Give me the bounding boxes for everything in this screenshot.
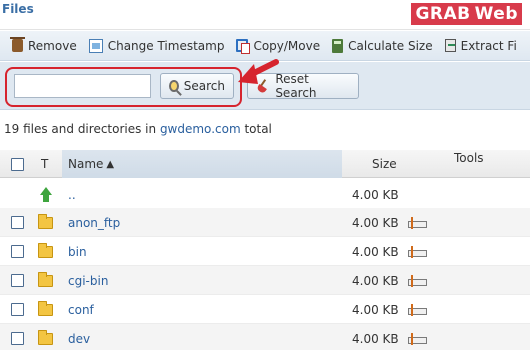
folder-icon [38,329,53,345]
table-row[interactable]: anon_ftp 4.00 KB [0,208,530,237]
summary-prefix: 19 files and directories in [4,122,160,136]
calculator-icon [332,38,344,53]
row-size: 4.00 KB [352,273,399,288]
annotation-arrow-icon [238,59,279,84]
edit-tools-icon[interactable] [408,216,427,229]
extract-files-button[interactable]: Extract Fi [444,38,517,53]
trash-icon [10,37,25,52]
edit-tools-icon[interactable] [408,245,427,258]
row-checkbox[interactable] [11,274,24,287]
table-row[interactable]: bin 4.00 KB [0,237,530,266]
row-size: 4.00 KB [352,331,399,346]
folder-link[interactable]: dev [68,332,90,346]
logo-part-1: GRAB [411,3,475,25]
table-row[interactable]: conf 4.00 KB [0,295,530,324]
magnifier-icon [169,80,179,92]
logo-part-2: Web [474,3,522,25]
row-size: 4.00 KB [352,187,399,202]
name-column-header[interactable]: Name ▲ [68,150,114,178]
tools-column-header: Tools [454,151,484,165]
edit-tools-icon[interactable] [408,274,427,287]
folder-icon [38,300,53,316]
copy-move-button[interactable]: Copy/Move [236,38,321,54]
parent-directory-cell [39,180,53,209]
remove-label: Remove [28,38,77,53]
file-count-summary: 19 files and directories in gwdemo.com t… [4,122,272,136]
name-column-label: Name [68,157,104,171]
select-all-checkbox[interactable] [11,157,24,171]
folder-icon [38,213,53,229]
change-timestamp-label: Change Timestamp [107,38,225,53]
parent-directory-link[interactable]: .. [68,188,76,202]
file-table-header: T Name ▲ Size Tools [0,150,530,178]
table-row[interactable]: cgi-bin 4.00 KB [0,266,530,295]
change-timestamp-button[interactable]: Change Timestamp [88,38,225,53]
row-size: 4.00 KB [352,244,399,259]
type-column-header[interactable]: T [41,150,48,178]
up-arrow-icon [39,186,53,203]
search-button-label: Search [183,79,225,93]
row-checkbox[interactable] [11,303,24,316]
remove-button[interactable]: Remove [10,37,77,53]
folder-icon [38,242,53,258]
row-checkbox[interactable] [11,245,24,258]
row-checkbox[interactable] [11,332,24,345]
search-button[interactable]: Search [160,73,234,99]
search-input[interactable] [14,74,151,98]
copy-move-icon [236,39,251,54]
extract-icon [444,39,456,52]
row-size: 4.00 KB [352,302,399,317]
sort-ascending-icon: ▲ [106,158,115,170]
title-bar: Files GRAB Web [0,0,530,30]
grabweb-logo: GRAB Web [411,2,522,26]
reset-search-label: Reset Search [275,72,317,100]
window-title: Files [2,2,34,16]
folder-link[interactable]: anon_ftp [68,216,120,230]
folder-link[interactable]: cgi-bin [68,274,108,288]
summary-suffix: total [240,122,272,136]
table-row-parent[interactable]: .. 4.00 KB [0,180,530,209]
domain-link[interactable]: gwdemo.com [160,122,241,136]
extract-files-label: Extract Fi [460,38,517,53]
folder-link[interactable]: bin [68,245,87,259]
folder-link[interactable]: conf [68,303,94,317]
row-checkbox[interactable] [11,216,24,229]
row-size: 4.00 KB [352,215,399,230]
table-row[interactable]: dev 4.00 KB [0,324,530,350]
timestamp-icon [88,38,103,53]
edit-tools-icon[interactable] [408,303,427,316]
calculate-size-button[interactable]: Calculate Size [332,38,433,53]
edit-tools-icon[interactable] [408,332,427,345]
copy-move-label: Copy/Move [253,38,321,53]
size-column-header[interactable]: Size [372,150,397,178]
calculate-size-label: Calculate Size [348,38,433,53]
select-all-cell [11,150,24,178]
folder-icon [38,271,53,287]
